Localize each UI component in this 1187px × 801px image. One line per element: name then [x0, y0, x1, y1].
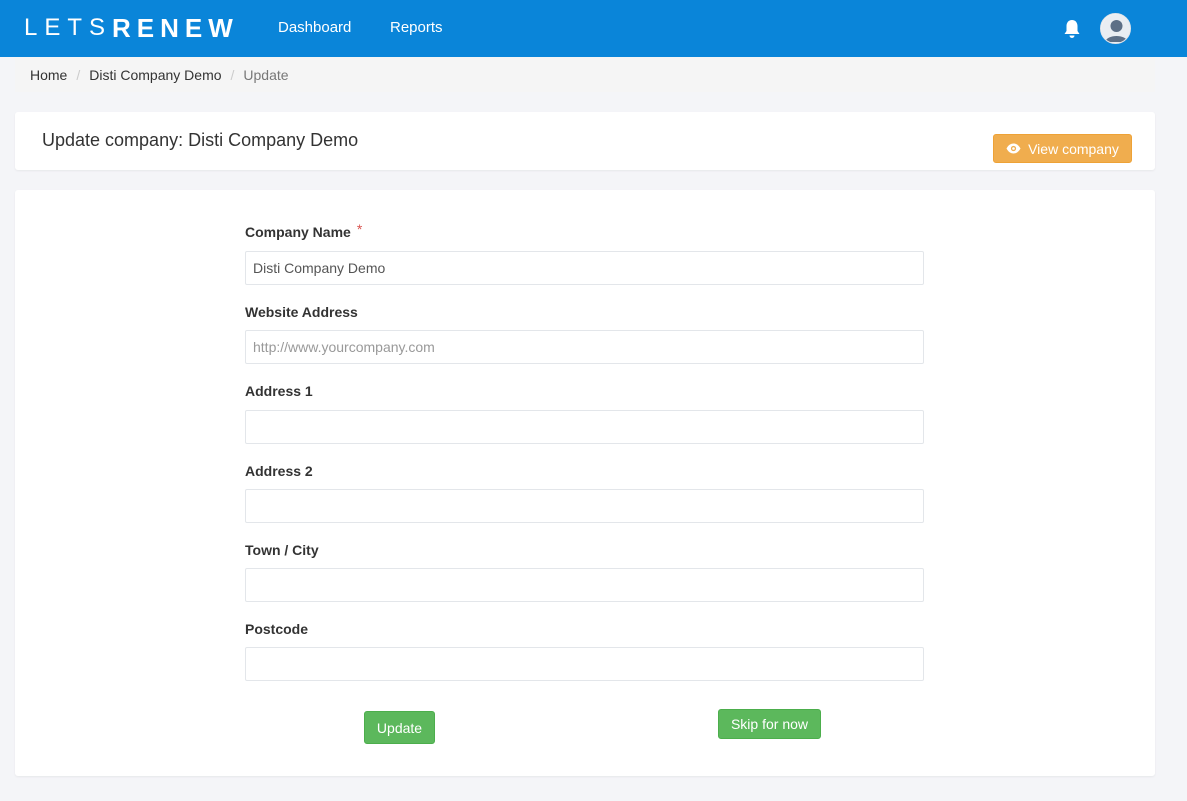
address2-label: Address 2 [245, 463, 313, 479]
company-name-input[interactable] [245, 251, 924, 285]
page-title: Update company: Disti Company Demo [42, 130, 359, 150]
bell-icon[interactable] [1062, 18, 1082, 40]
brand-logo-part1: LETS [24, 14, 113, 41]
brand-logo-part2: RENEW [112, 12, 239, 43]
breadcrumb: Home / Disti Company Demo / Update [15, 57, 1155, 92]
top-navbar: LETS RENEW Dashboard Reports [0, 0, 1187, 57]
required-mark: * [356, 221, 363, 237]
user-avatar-icon[interactable] [1100, 13, 1131, 44]
town-city-input[interactable] [245, 568, 924, 602]
breadcrumb-separator: / [76, 66, 81, 83]
eye-icon [1006, 143, 1021, 154]
update-button[interactable]: Update [364, 711, 435, 744]
breadcrumb-current: Update [243, 66, 289, 83]
view-company-button[interactable]: View company [993, 134, 1132, 163]
nav-dashboard-link[interactable]: Dashboard [278, 19, 351, 36]
breadcrumb-home-link[interactable]: Home [30, 67, 67, 83]
address1-input[interactable] [245, 410, 924, 444]
nav-reports-link[interactable]: Reports [390, 19, 443, 36]
company-form-card: Company Name* Website Address Address 1 … [15, 190, 1155, 776]
skip-for-now-button[interactable]: Skip for now [718, 709, 821, 739]
page-header-card: Update company: Disti Company Demo View … [15, 112, 1155, 170]
breadcrumb-separator: / [230, 66, 235, 83]
town-city-label: Town / City [245, 542, 319, 558]
address1-label: Address 1 [245, 383, 313, 399]
website-address-input[interactable] [245, 330, 924, 364]
company-name-label: Company Name * [245, 221, 363, 240]
website-address-label: Website Address [245, 304, 358, 320]
company-name-label-text: Company Name [245, 224, 351, 240]
postcode-input[interactable] [245, 647, 924, 681]
view-company-label: View company [1028, 140, 1119, 157]
postcode-label: Postcode [245, 621, 309, 637]
brand-logo[interactable]: LETS RENEW [24, 12, 239, 44]
breadcrumb-company-link[interactable]: Disti Company Demo [89, 67, 221, 83]
address2-input[interactable] [245, 489, 924, 523]
